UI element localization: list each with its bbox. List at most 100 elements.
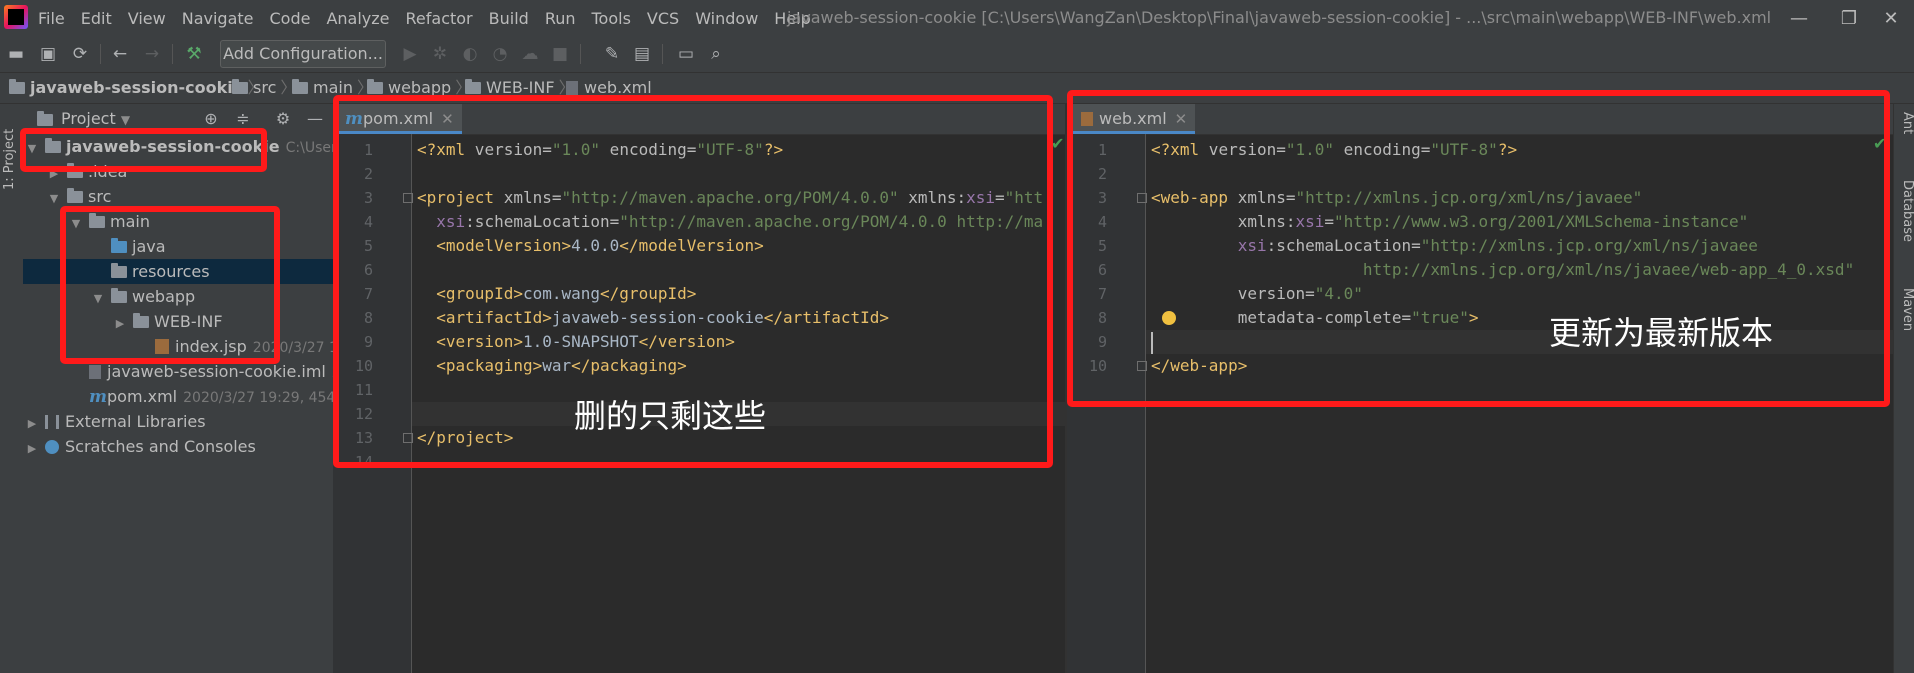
attach-debugger-icon[interactable]: ☁ (520, 44, 540, 64)
menu-vcs[interactable]: VCS (647, 9, 679, 28)
jsp-file-icon (155, 339, 169, 354)
annotation-note-right: 更新为最新版本 (1549, 314, 1774, 352)
line-number: 10 (1088, 357, 1107, 375)
tree-item[interactable]: javaweb-session-cookie.iml2020 (23, 359, 379, 384)
breadcrumb-item-web-inf[interactable]: WEB-INF〉 (465, 73, 579, 103)
line-number: 3 (1097, 189, 1107, 207)
add-configuration-button[interactable]: Add Configuration... (220, 40, 386, 68)
gear-icon[interactable]: ⚙ (273, 109, 293, 129)
close-tab-icon[interactable]: ✕ (1175, 110, 1188, 128)
menu-refactor[interactable]: Refactor (406, 9, 473, 28)
main-toolbar: ▬ ▣ ⟳ ← → ⚒ Add Configuration... ▶ ✲ ◐ ◔… (0, 36, 1914, 73)
stop-icon[interactable]: ■ (550, 44, 570, 64)
expanded-arrow-icon[interactable]: ▼ (25, 136, 39, 159)
window-title: javaweb-session-cookie [C:\Users\WangZan… (787, 8, 1772, 27)
line-number: 3 (363, 189, 373, 207)
hide-panel-icon[interactable]: — (305, 109, 325, 129)
tree-item[interactable]: ▼ src (23, 184, 357, 209)
collapsed-arrow-icon[interactable]: ▶ (47, 161, 61, 184)
profile-icon[interactable]: ◔ (490, 44, 510, 64)
editor-tabbar: web.xml ✕ (1067, 104, 1895, 135)
code-line: <?xml version="1.0" encoding="UTF-8"?> (1151, 140, 1518, 159)
intention-bulb-icon[interactable] (1162, 311, 1176, 325)
project-panel-header: Project ▼ ⊕ ≑ ⚙ — (23, 104, 333, 134)
collapsed-arrow-icon[interactable]: ▶ (25, 436, 39, 459)
project-panel: Project ▼ ⊕ ≑ ⚙ — ▼ javaweb-session-cooki… (23, 104, 401, 673)
fold-marker-icon[interactable] (403, 193, 413, 203)
project-tool-window-tab[interactable]: 1: Project (2, 110, 22, 190)
close-window-icon[interactable]: ✕ (1866, 0, 1914, 36)
expanded-arrow-icon[interactable]: ▼ (47, 186, 61, 209)
line-number: 14 (354, 453, 373, 471)
minimize-icon[interactable]: — (1774, 0, 1824, 36)
line-number: 8 (1097, 309, 1107, 327)
folder-icon (67, 163, 83, 178)
menu-run[interactable]: Run (545, 9, 576, 28)
tab-web-xml[interactable]: web.xml ✕ (1073, 104, 1196, 134)
menu-build[interactable]: Build (489, 9, 529, 28)
menu-edit[interactable]: Edit (81, 9, 112, 28)
expanded-arrow-icon[interactable]: ▼ (69, 211, 83, 234)
tree-item[interactable]: ▶ Scratches and Consoles (23, 434, 335, 459)
coverage-icon[interactable]: ◐ (460, 44, 480, 64)
menu-list: File Edit View Navigate Code Analyze Refactor B… (38, 0, 827, 36)
breadcrumb-item-project[interactable]: javaweb-session-cookie 〉 (9, 73, 268, 103)
xml-file-icon (1081, 112, 1093, 126)
forward-arrow-icon[interactable]: → (142, 44, 162, 64)
collapsed-arrow-icon[interactable]: ▶ (113, 311, 127, 334)
fold-marker-icon[interactable] (1137, 361, 1147, 371)
toolbar-divider (662, 44, 663, 64)
save-icon[interactable]: ▣ (38, 44, 58, 64)
folder-icon (89, 213, 105, 228)
close-tab-icon[interactable]: ✕ (441, 110, 454, 128)
ant-tool-window-tab[interactable]: Ant (1895, 112, 1914, 134)
menu-analyze[interactable]: Analyze (326, 9, 389, 28)
editor-tabbar: mpom.xml ✕ (333, 104, 1065, 135)
menu-file[interactable]: File (38, 9, 65, 28)
line-number: 6 (363, 261, 373, 279)
menu-window[interactable]: Window (695, 9, 758, 28)
terminal-icon[interactable]: ▭ (676, 44, 696, 64)
run-icon[interactable]: ▶ (400, 44, 420, 64)
open-folder-icon[interactable]: ▬ (6, 44, 26, 64)
build-hammer-icon[interactable]: ⚒ (184, 44, 204, 64)
menu-tools[interactable]: Tools (592, 9, 631, 28)
code-line: <groupId>com.wang</groupId> (417, 284, 697, 303)
maven-file-icon: m (345, 109, 363, 129)
code-line: xsi:schemaLocation="http://maven.apache.… (417, 212, 1044, 231)
project-view-selector[interactable]: Project ▼ (61, 104, 130, 134)
menu-navigate[interactable]: Navigate (182, 9, 254, 28)
collapse-all-icon[interactable]: ≑ (233, 109, 253, 129)
back-arrow-icon[interactable]: ← (110, 44, 130, 64)
fold-marker-icon[interactable] (1137, 193, 1147, 203)
tree-item[interactable]: ▶ External Libraries (23, 409, 335, 434)
locate-file-icon[interactable]: ⊕ (201, 109, 221, 129)
sync-icon[interactable]: ⟳ (70, 44, 90, 64)
tree-item[interactable]: ▼ javaweb-session-cookie C:\Users\W (23, 134, 335, 159)
tree-item-label: java (132, 237, 166, 256)
tree-item[interactable]: mpom.xml 2020/3/27 19:29, 454 B M (23, 384, 379, 409)
tree-item[interactable]: ▼ main (23, 209, 379, 234)
maven-tool-window-tab[interactable]: Maven (1895, 288, 1914, 331)
tree-item[interactable]: ▶ .idea (23, 159, 357, 184)
database-tool-window-tab[interactable]: Database (1895, 180, 1914, 242)
breadcrumb-item-web-xml[interactable]: web.xml (566, 73, 652, 103)
debug-icon[interactable]: ✲ (430, 44, 450, 64)
expanded-arrow-icon[interactable]: ▼ (91, 286, 105, 309)
project-structure-icon[interactable]: ▤ (632, 44, 652, 64)
code-line: <version>1.0-SNAPSHOT</version> (417, 332, 735, 351)
line-number: 4 (363, 213, 373, 231)
collapsed-arrow-icon[interactable]: ▶ (25, 411, 39, 434)
breadcrumb-item-webapp[interactable]: webapp 〉 (367, 73, 475, 103)
tree-item-label: javaweb-session-cookie (66, 137, 280, 156)
tab-pom-xml[interactable]: mpom.xml ✕ (337, 104, 462, 134)
breadcrumb-item-main[interactable]: main 〉 (292, 73, 377, 103)
fold-marker-icon[interactable] (403, 433, 413, 443)
breadcrumb-item-src[interactable]: src 〉 (232, 73, 300, 103)
menu-code[interactable]: Code (270, 9, 311, 28)
search-icon[interactable]: ⌕ (706, 44, 726, 64)
code-line: </project> (417, 428, 514, 447)
line-number: 4 (1097, 213, 1107, 231)
menu-view[interactable]: View (128, 9, 166, 28)
settings-wrench-icon[interactable]: ✎ (602, 44, 622, 64)
